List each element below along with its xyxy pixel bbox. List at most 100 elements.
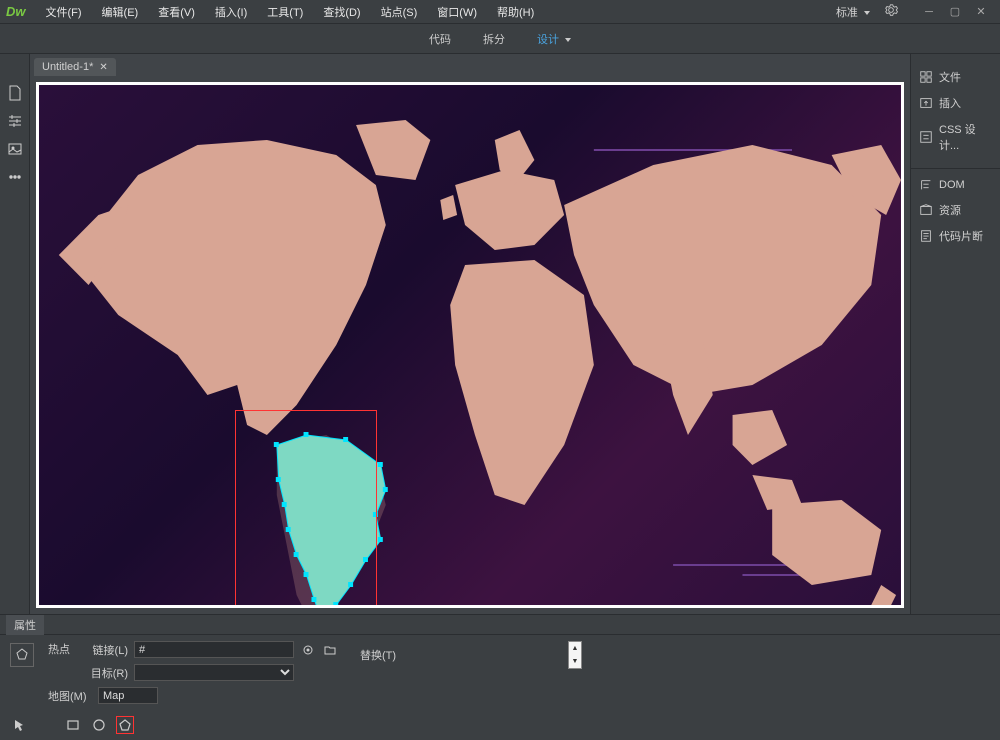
sliders-icon: [7, 113, 23, 129]
rectangle-icon: [66, 718, 80, 732]
target-select[interactable]: [134, 664, 294, 681]
panel-snippets[interactable]: 代码片断: [911, 223, 1000, 249]
properties-tabs: 属性: [0, 615, 1000, 635]
polygon-hotspot-tool[interactable]: [116, 716, 134, 734]
world-map-image: [39, 85, 901, 605]
hotspot-bounding-box[interactable]: [235, 410, 377, 605]
chevron-down-icon: [864, 11, 870, 15]
panel-files[interactable]: 文件: [911, 64, 1000, 90]
minimize-button[interactable]: ─: [916, 2, 942, 22]
spinner-up-icon[interactable]: ▲: [569, 642, 581, 655]
options-tool[interactable]: [6, 112, 24, 130]
pointer-icon: [12, 718, 26, 732]
main-area: Untitled-1* ✕: [0, 54, 1000, 614]
panel-group-1: 文件 插入 CSS 设计...: [911, 64, 1000, 158]
snippets-icon: [919, 229, 933, 243]
map-name-input[interactable]: [98, 687, 158, 704]
canvas-wrapper: [30, 76, 910, 614]
document-tabs: Untitled-1* ✕: [30, 54, 910, 76]
alt-spinner[interactable]: ▲ ▼: [568, 641, 582, 669]
panel-insert[interactable]: 插入: [911, 90, 1000, 116]
panel-css-designer[interactable]: CSS 设计...: [911, 116, 1000, 158]
properties-body: 热点 链接(L) 目标(R) 替换(T): [0, 635, 1000, 687]
left-toolbar: [0, 54, 30, 614]
close-button[interactable]: ✕: [968, 2, 994, 22]
pointer-tool[interactable]: [10, 716, 28, 734]
document-icon: [7, 85, 23, 101]
alt-row: 替换(T) ▲ ▼: [352, 641, 582, 669]
assets-icon: [919, 203, 933, 217]
menu-insert[interactable]: 插入(I): [207, 2, 255, 22]
menu-items: 文件(F) 编辑(E) 查看(V) 插入(I) 工具(T) 查找(D) 站点(S…: [38, 2, 543, 22]
map-tools-row: 地图(M): [0, 687, 1000, 710]
settings-button[interactable]: [884, 3, 898, 20]
files-icon: [919, 70, 933, 84]
menu-find[interactable]: 查找(D): [315, 2, 368, 22]
props-col-link: 链接(L) 目标(R): [84, 641, 338, 681]
viewmode-split[interactable]: 拆分: [477, 27, 511, 51]
map-label: 地图(M): [48, 688, 92, 704]
world-map-svg: [39, 85, 901, 605]
gear-icon: [884, 3, 898, 17]
polygon-hotspot-icon: [14, 647, 30, 663]
viewmode-design-label: 设计: [537, 34, 559, 46]
link-row: 链接(L): [84, 641, 338, 658]
file-management-tool[interactable]: [6, 84, 24, 102]
target-row: 目标(R): [84, 664, 338, 681]
map-shape-tools: [0, 710, 1000, 740]
panel-group-2: DOM 资源 代码片断: [911, 173, 1000, 249]
hotspot-label: 热点: [48, 641, 70, 657]
window-controls: ─ ▢ ✕: [916, 2, 994, 22]
right-panels: 文件 插入 CSS 设计... DOM 资源 代码片断: [910, 54, 1000, 614]
rect-hotspot-tool[interactable]: [64, 716, 82, 734]
panel-separator: [911, 168, 1000, 169]
workspace-switcher[interactable]: 标准: [830, 2, 876, 22]
menu-bar: Dw 文件(F) 编辑(E) 查看(V) 插入(I) 工具(T) 查找(D) 站…: [0, 0, 1000, 24]
document-tab[interactable]: Untitled-1* ✕: [34, 58, 116, 76]
browse-file-button[interactable]: [322, 642, 338, 658]
props-col-alt: 替换(T) ▲ ▼: [352, 641, 582, 669]
circle-icon: [92, 718, 106, 732]
props-col-type: 热点: [48, 641, 70, 657]
panel-dom[interactable]: DOM: [911, 173, 1000, 197]
polygon-icon: [118, 718, 132, 732]
menu-site[interactable]: 站点(S): [373, 2, 426, 22]
workspace-label: 标准: [836, 7, 858, 19]
design-canvas[interactable]: [36, 82, 904, 608]
image-icon: [7, 141, 23, 157]
folder-icon: [324, 644, 336, 656]
chevron-down-icon: [565, 38, 571, 42]
maximize-button[interactable]: ▢: [942, 2, 968, 22]
menu-help[interactable]: 帮助(H): [489, 2, 542, 22]
properties-tab[interactable]: 属性: [6, 615, 44, 635]
menu-view[interactable]: 查看(V): [150, 2, 203, 22]
viewmode-bar: 代码 拆分 设计: [0, 24, 1000, 54]
target-icon: [302, 644, 314, 656]
hotspot-type-icon: [10, 643, 34, 667]
more-icon: [7, 169, 23, 185]
document-area: Untitled-1* ✕: [30, 54, 910, 614]
menu-window[interactable]: 窗口(W): [429, 2, 485, 22]
map-name-row: 地图(M): [48, 687, 158, 704]
link-input[interactable]: [134, 641, 294, 658]
panel-css-label: CSS 设计...: [939, 121, 992, 153]
viewmode-design[interactable]: 设计: [531, 27, 577, 51]
app-logo: Dw: [6, 4, 26, 19]
spinner-down-icon[interactable]: ▼: [569, 655, 581, 668]
image-tool[interactable]: [6, 140, 24, 158]
tab-close-button[interactable]: ✕: [99, 62, 107, 73]
insert-icon: [919, 96, 933, 110]
menu-edit[interactable]: 编辑(E): [94, 2, 147, 22]
viewmode-code[interactable]: 代码: [423, 27, 457, 51]
point-to-file-button[interactable]: [300, 642, 316, 658]
circle-hotspot-tool[interactable]: [90, 716, 108, 734]
menu-tools[interactable]: 工具(T): [259, 2, 311, 22]
more-tool[interactable]: [6, 168, 24, 186]
menu-file[interactable]: 文件(F): [38, 2, 90, 22]
panel-dom-label: DOM: [939, 179, 965, 191]
alt-label: 替换(T): [352, 647, 396, 663]
target-label: 目标(R): [84, 665, 128, 681]
css-icon: [919, 130, 933, 144]
panel-assets[interactable]: 资源: [911, 197, 1000, 223]
panel-assets-label: 资源: [939, 202, 961, 218]
